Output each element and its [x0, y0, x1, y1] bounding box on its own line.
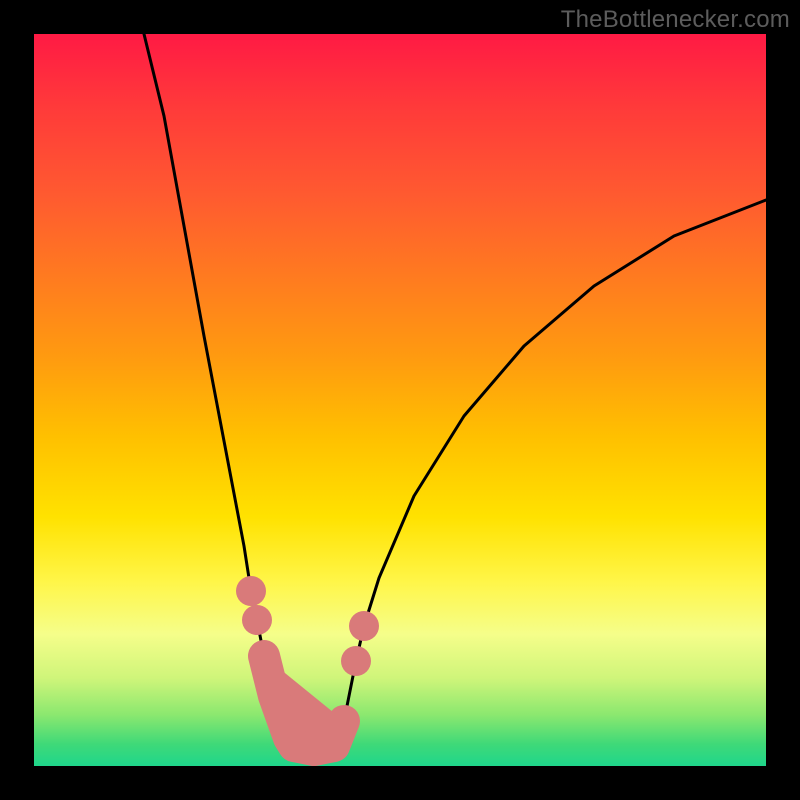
valley-marker-blob [264, 656, 344, 750]
data-marker [341, 646, 371, 676]
data-marker [242, 605, 272, 635]
data-marker [236, 576, 266, 606]
data-marker [349, 611, 379, 641]
watermark-text: TheBottlenecker.com [561, 6, 790, 34]
bottleneck-curve [144, 34, 766, 746]
chart-frame: TheBottlenecker.com [0, 0, 800, 800]
plot-area [34, 34, 766, 766]
curve-overlay [34, 34, 766, 766]
